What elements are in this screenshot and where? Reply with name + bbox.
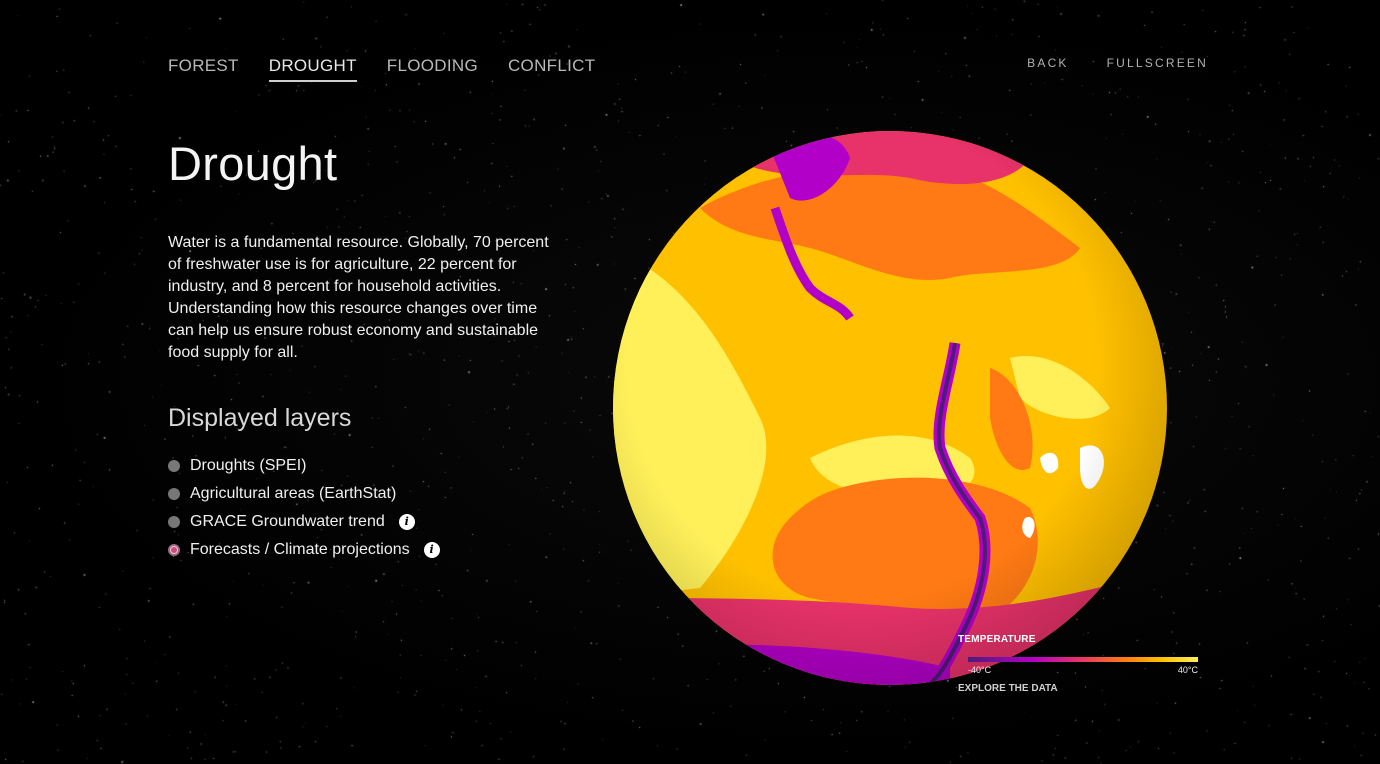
page-title: Drought [168, 137, 338, 190]
legend-title: TEMPERATURE [958, 634, 1036, 645]
layer-label: Droughts (SPEI) [190, 457, 307, 474]
info-icon[interactable]: i [398, 514, 415, 530]
legend-min-label: -40°C [968, 665, 992, 675]
tab-forest[interactable]: FOREST [168, 56, 239, 82]
layers-heading: Displayed layers [168, 404, 352, 432]
legend-ticks: -40°C 40°C [968, 665, 1198, 675]
layer-label: Agricultural areas (EarthStat) [190, 485, 397, 502]
topic-nav: FOREST DROUGHT FLOODING CONFLICT [168, 56, 595, 82]
tab-conflict[interactable]: CONFLICT [508, 56, 595, 82]
legend-max-label: 40°C [1177, 665, 1198, 675]
layer-radio[interactable] [168, 488, 180, 500]
layer-item-grace-groundwater[interactable]: GRACE Groundwater trend i [168, 508, 440, 536]
globe-map[interactable] [610, 128, 1170, 688]
app-stage: FOREST DROUGHT FLOODING CONFLICT BACK FU… [0, 0, 1380, 764]
layer-label: Forecasts / Climate projections [190, 541, 410, 558]
globe-shading [613, 131, 1167, 685]
layer-item-droughts-spei[interactable]: Droughts (SPEI) [168, 452, 440, 480]
explore-data-link[interactable]: EXPLORE THE DATA [958, 683, 1198, 694]
layer-item-agricultural-areas[interactable]: Agricultural areas (EarthStat) [168, 480, 440, 508]
topic-description: Water is a fundamental resource. Globall… [168, 234, 549, 361]
fullscreen-button[interactable]: FULLSCREEN [1107, 56, 1208, 70]
tab-flooding[interactable]: FLOODING [387, 56, 478, 82]
layer-label: GRACE Groundwater trend [190, 513, 385, 530]
layer-list: Droughts (SPEI) Agricultural areas (Eart… [168, 452, 440, 564]
back-button[interactable]: BACK [1027, 56, 1068, 70]
legend-color-scale [968, 657, 1198, 662]
tab-drought[interactable]: DROUGHT [268, 56, 357, 82]
layer-radio[interactable] [168, 460, 180, 472]
top-actions: BACK FULLSCREEN [1027, 56, 1208, 70]
layer-radio-selected[interactable] [168, 544, 180, 556]
temperature-legend: TEMPERATURE -40°C 40°C EXPLORE THE DATA [958, 634, 1198, 694]
layer-item-forecasts-climate[interactable]: Forecasts / Climate projections i [168, 536, 440, 564]
info-icon[interactable]: i [423, 542, 440, 558]
layer-radio[interactable] [168, 516, 180, 528]
